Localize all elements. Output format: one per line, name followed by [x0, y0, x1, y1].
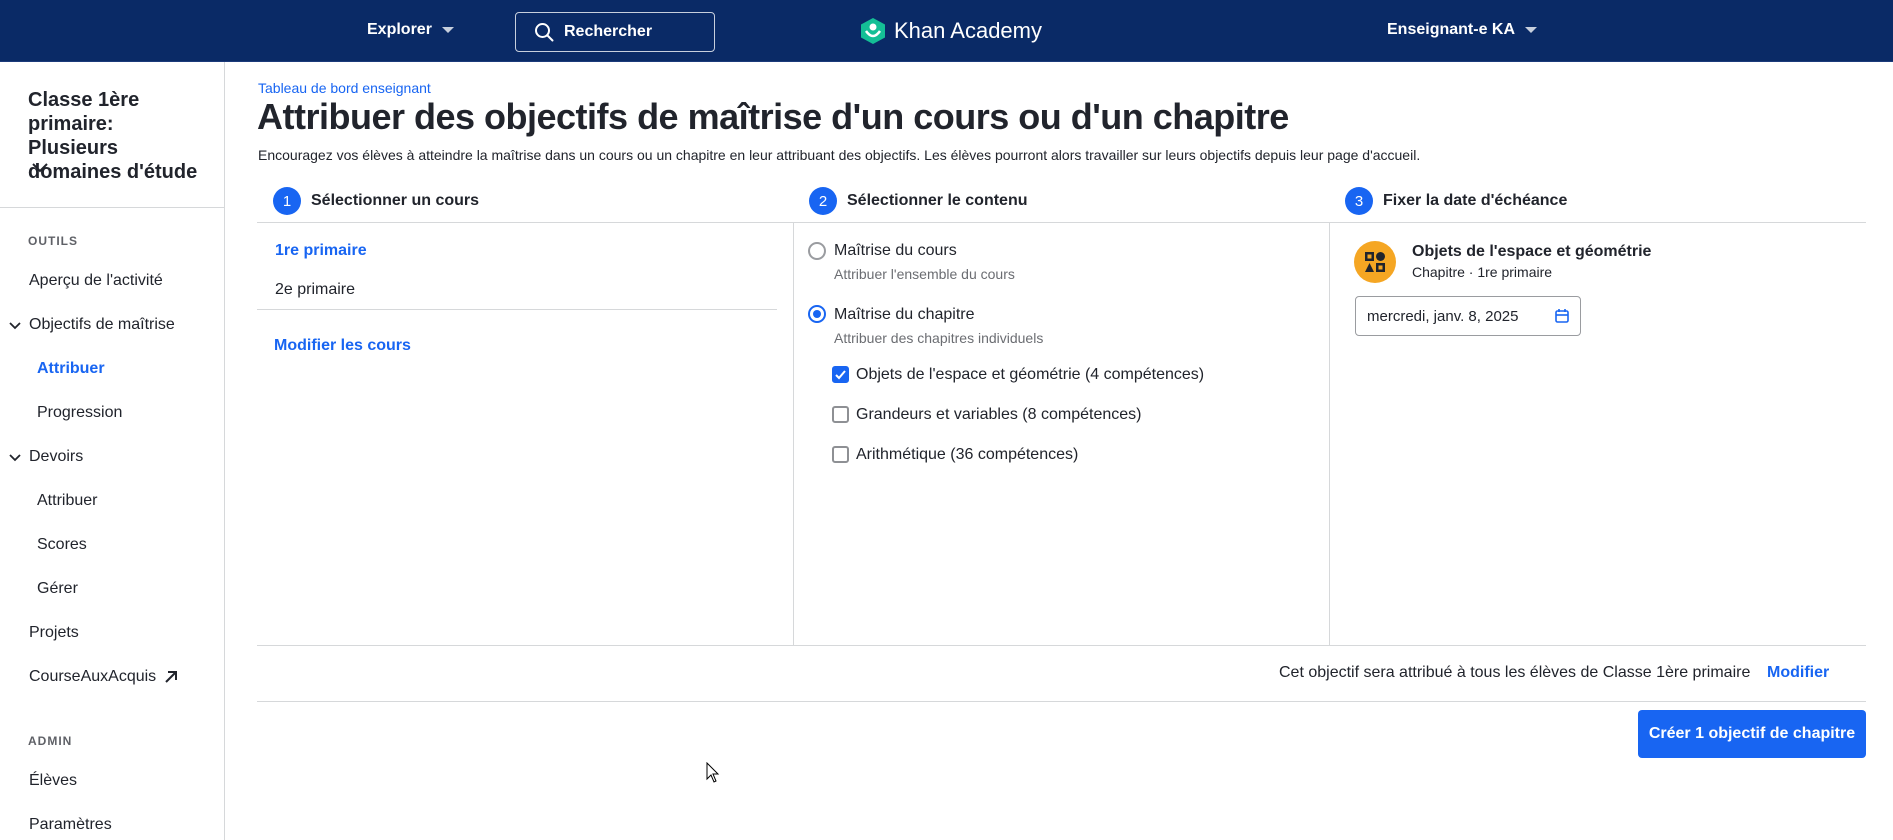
modify-link[interactable]: Modifier: [1767, 664, 1829, 682]
chapter-label-geometry[interactable]: Objets de l'espace et géométrie (4 compé…: [856, 366, 1204, 384]
chapter-icon: [1354, 241, 1396, 283]
sidebar-item-assign-assignments[interactable]: Attribuer: [37, 492, 97, 510]
sidebar-item-mastery-goals[interactable]: Objectifs de maîtrise: [29, 316, 175, 334]
khan-logo-icon: [861, 18, 885, 44]
chevron-down-icon[interactable]: [9, 454, 21, 462]
chapter-mastery-radio[interactable]: [808, 305, 826, 323]
chapter-checkbox-quantities[interactable]: [832, 406, 849, 423]
chevron-down-icon[interactable]: [9, 322, 21, 330]
step-label: Fixer la date d'échéance: [1383, 192, 1568, 209]
checkmark-icon: [835, 370, 846, 380]
step-label: Sélectionner le contenu: [847, 192, 1028, 209]
search-label: Rechercher: [564, 23, 653, 40]
breadcrumb[interactable]: Tableau de bord enseignant: [258, 80, 431, 96]
step-label: Sélectionner un cours: [311, 192, 480, 209]
course-item-1re-primaire[interactable]: 1re primaire: [275, 242, 367, 260]
sidebar-item-activity-overview[interactable]: Aperçu de l'activité: [29, 272, 163, 290]
class-name[interactable]: Classe 1ère primaire: Plusieurs domaines…: [28, 88, 208, 184]
sidebar-item-settings[interactable]: Paramètres: [29, 816, 112, 834]
sidebar-item-assign-goals[interactable]: Attribuer: [37, 360, 105, 378]
sidebar-item-students[interactable]: Élèves: [29, 772, 77, 790]
admin-section-label: ADMIN: [28, 734, 73, 748]
sidebar-item-scores[interactable]: Scores: [37, 536, 87, 554]
selected-chapter-subtitle: Chapitre · 1re primaire: [1412, 264, 1553, 280]
course-list-divider: [257, 309, 777, 310]
steps-header-divider: [257, 222, 1866, 223]
calendar-icon[interactable]: [1554, 308, 1570, 324]
course-mastery-radio[interactable]: [808, 242, 826, 260]
search-button[interactable]: Rechercher: [515, 12, 715, 52]
sidebar-item-courseauxacquis[interactable]: CourseAuxAcquis: [29, 668, 178, 686]
chapter-mastery-description: Attribuer des chapitres individuels: [834, 330, 1044, 346]
content-footer-divider: [257, 645, 1866, 646]
footer-divider: [257, 701, 1866, 702]
sidebar-item-label: CourseAuxAcquis: [29, 668, 157, 685]
create-goal-button[interactable]: Créer 1 objectif de chapitre: [1638, 710, 1866, 758]
step-number: 2: [809, 187, 837, 215]
assign-note: Cet objectif sera attribué à tous les él…: [1279, 664, 1751, 681]
course-item-2e-primaire[interactable]: 2e primaire: [275, 281, 355, 299]
course-mastery-description: Attribuer l'ensemble du cours: [834, 266, 1015, 282]
user-menu[interactable]: Enseignant-e KA: [1387, 21, 1538, 39]
explore-menu[interactable]: Explorer: [367, 21, 454, 39]
logo-text: Khan Academy: [894, 18, 1042, 43]
sidebar: Classe 1ère primaire: Plusieurs domaines…: [0, 62, 225, 840]
user-label: Enseignant-e KA: [1387, 21, 1516, 38]
chapter-label-arithmetic[interactable]: Arithmétique (36 compétences): [856, 446, 1078, 464]
step-1-header: 1 Sélectionner un cours: [273, 187, 479, 215]
due-date-value: mercredi, janv. 8, 2025: [1367, 307, 1519, 325]
step-2-header: 2 Sélectionner le contenu: [809, 187, 1027, 215]
sidebar-item-manage[interactable]: Gérer: [37, 580, 78, 598]
sidebar-item-assignments[interactable]: Devoirs: [29, 448, 83, 466]
chapter-label-quantities[interactable]: Grandeurs et variables (8 compétences): [856, 406, 1141, 424]
sidebar-divider: [0, 207, 225, 208]
sidebar-item-projects[interactable]: Projets: [29, 624, 79, 642]
chapter-checkbox-arithmetic[interactable]: [832, 446, 849, 463]
khan-academy-logo[interactable]: Khan Academy: [860, 17, 1042, 45]
explore-label: Explorer: [367, 21, 432, 38]
edit-courses-link[interactable]: Modifier les cours: [274, 337, 411, 355]
step-3-header: 3 Fixer la date d'échéance: [1345, 187, 1567, 215]
chevron-down-icon[interactable]: [32, 163, 48, 173]
page-description: Encouragez vos élèves à atteindre la maî…: [258, 147, 1421, 163]
caret-down-icon: [441, 27, 454, 33]
chapter-checkbox-geometry[interactable]: [832, 366, 849, 383]
step-number: 1: [273, 187, 301, 215]
search-icon: [535, 23, 554, 42]
column-divider: [1329, 222, 1330, 645]
page-title: Attribuer des objectifs de maîtrise d'un…: [257, 96, 1289, 137]
course-mastery-label[interactable]: Maîtrise du cours: [834, 242, 957, 260]
top-nav-bar: Explorer Rechercher Khan Academy Enseign…: [0, 0, 1893, 62]
column-divider: [793, 222, 794, 645]
chapter-mastery-label[interactable]: Maîtrise du chapitre: [834, 306, 975, 324]
due-date-input[interactable]: mercredi, janv. 8, 2025: [1355, 296, 1581, 336]
caret-down-icon: [1525, 27, 1538, 33]
external-link-icon: [165, 671, 178, 683]
tools-section-label: OUTILS: [28, 234, 78, 248]
sidebar-item-progress[interactable]: Progression: [37, 404, 122, 422]
mouse-cursor-icon: [706, 762, 720, 783]
selected-chapter-title: Objets de l'espace et géométrie: [1412, 243, 1652, 260]
step-number: 3: [1345, 187, 1373, 215]
shapes-icon: [1365, 252, 1385, 272]
